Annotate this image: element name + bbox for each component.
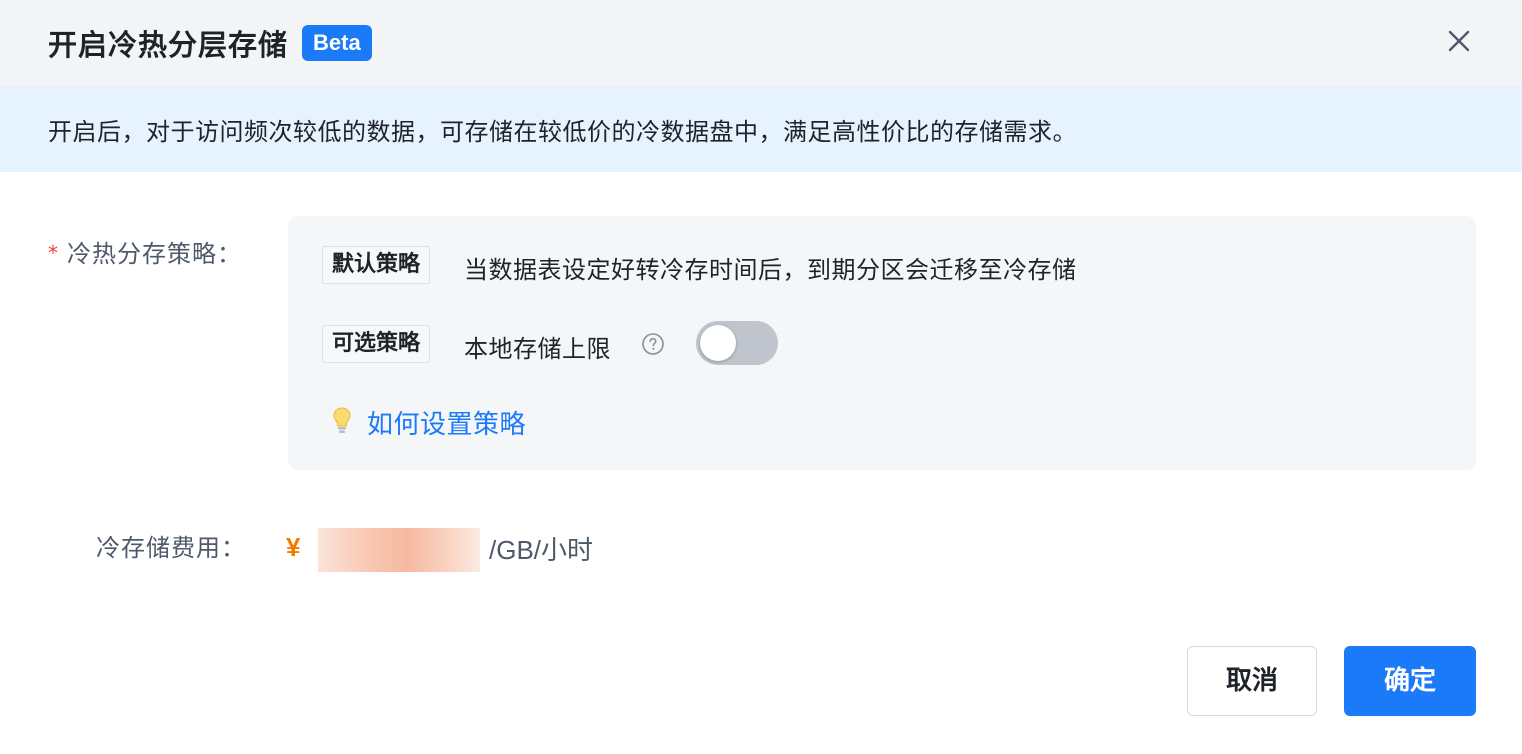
strategy-panel: 默认策略 当数据表设定好转冷存时间后，到期分区会迁移至冷存储 可选策略 本地存储… [288, 216, 1476, 470]
default-strategy-text: 当数据表设定好转冷存时间后，到期分区会迁移至冷存储 [464, 256, 1077, 284]
default-strategy-tag: 默认策略 [322, 246, 431, 284]
optional-strategy-tag: 可选策略 [322, 325, 431, 363]
banner-text: 开启后，对于访问频次较低的数据，可存储在较低价的冷数据盘中，满足高性价比的存储需… [48, 117, 1077, 146]
question-circle-icon[interactable] [641, 332, 665, 356]
local-storage-limit-text: 本地存储上限 [464, 335, 611, 363]
strategy-label-text: 冷热分存策略： [67, 240, 242, 268]
toggle-knob [700, 325, 736, 361]
dialog-title: 开启冷热分层存储 [48, 28, 289, 62]
cold-hot-storage-dialog: 开启冷热分层存储 Beta 开启后，对于访问频次较低的数据，可存储在较低价的冷数… [0, 0, 1522, 754]
price-value-redacted [318, 528, 480, 572]
local-storage-limit-toggle[interactable] [696, 321, 778, 365]
close-icon[interactable] [1444, 26, 1474, 56]
info-banner: 开启后，对于访问频次较低的数据，可存储在较低价的冷数据盘中，满足高性价比的存储需… [0, 86, 1522, 172]
how-to-set-strategy-link[interactable]: 如何设置策略 [367, 404, 526, 441]
required-star: * [48, 241, 59, 265]
strategy-label: * 冷热分存策略： [48, 234, 242, 269]
cancel-button[interactable]: 取消 [1187, 646, 1317, 716]
beta-badge: Beta [302, 25, 372, 61]
currency-symbol: ¥ [286, 532, 301, 562]
price-unit: /GB/小时 [489, 535, 594, 565]
dialog-header: 开启冷热分层存储 Beta [0, 0, 1522, 86]
confirm-button[interactable]: 确定 [1344, 646, 1476, 716]
cold-storage-cost-label: 冷存储费用： [96, 534, 246, 562]
lightbulb-icon [333, 407, 351, 433]
